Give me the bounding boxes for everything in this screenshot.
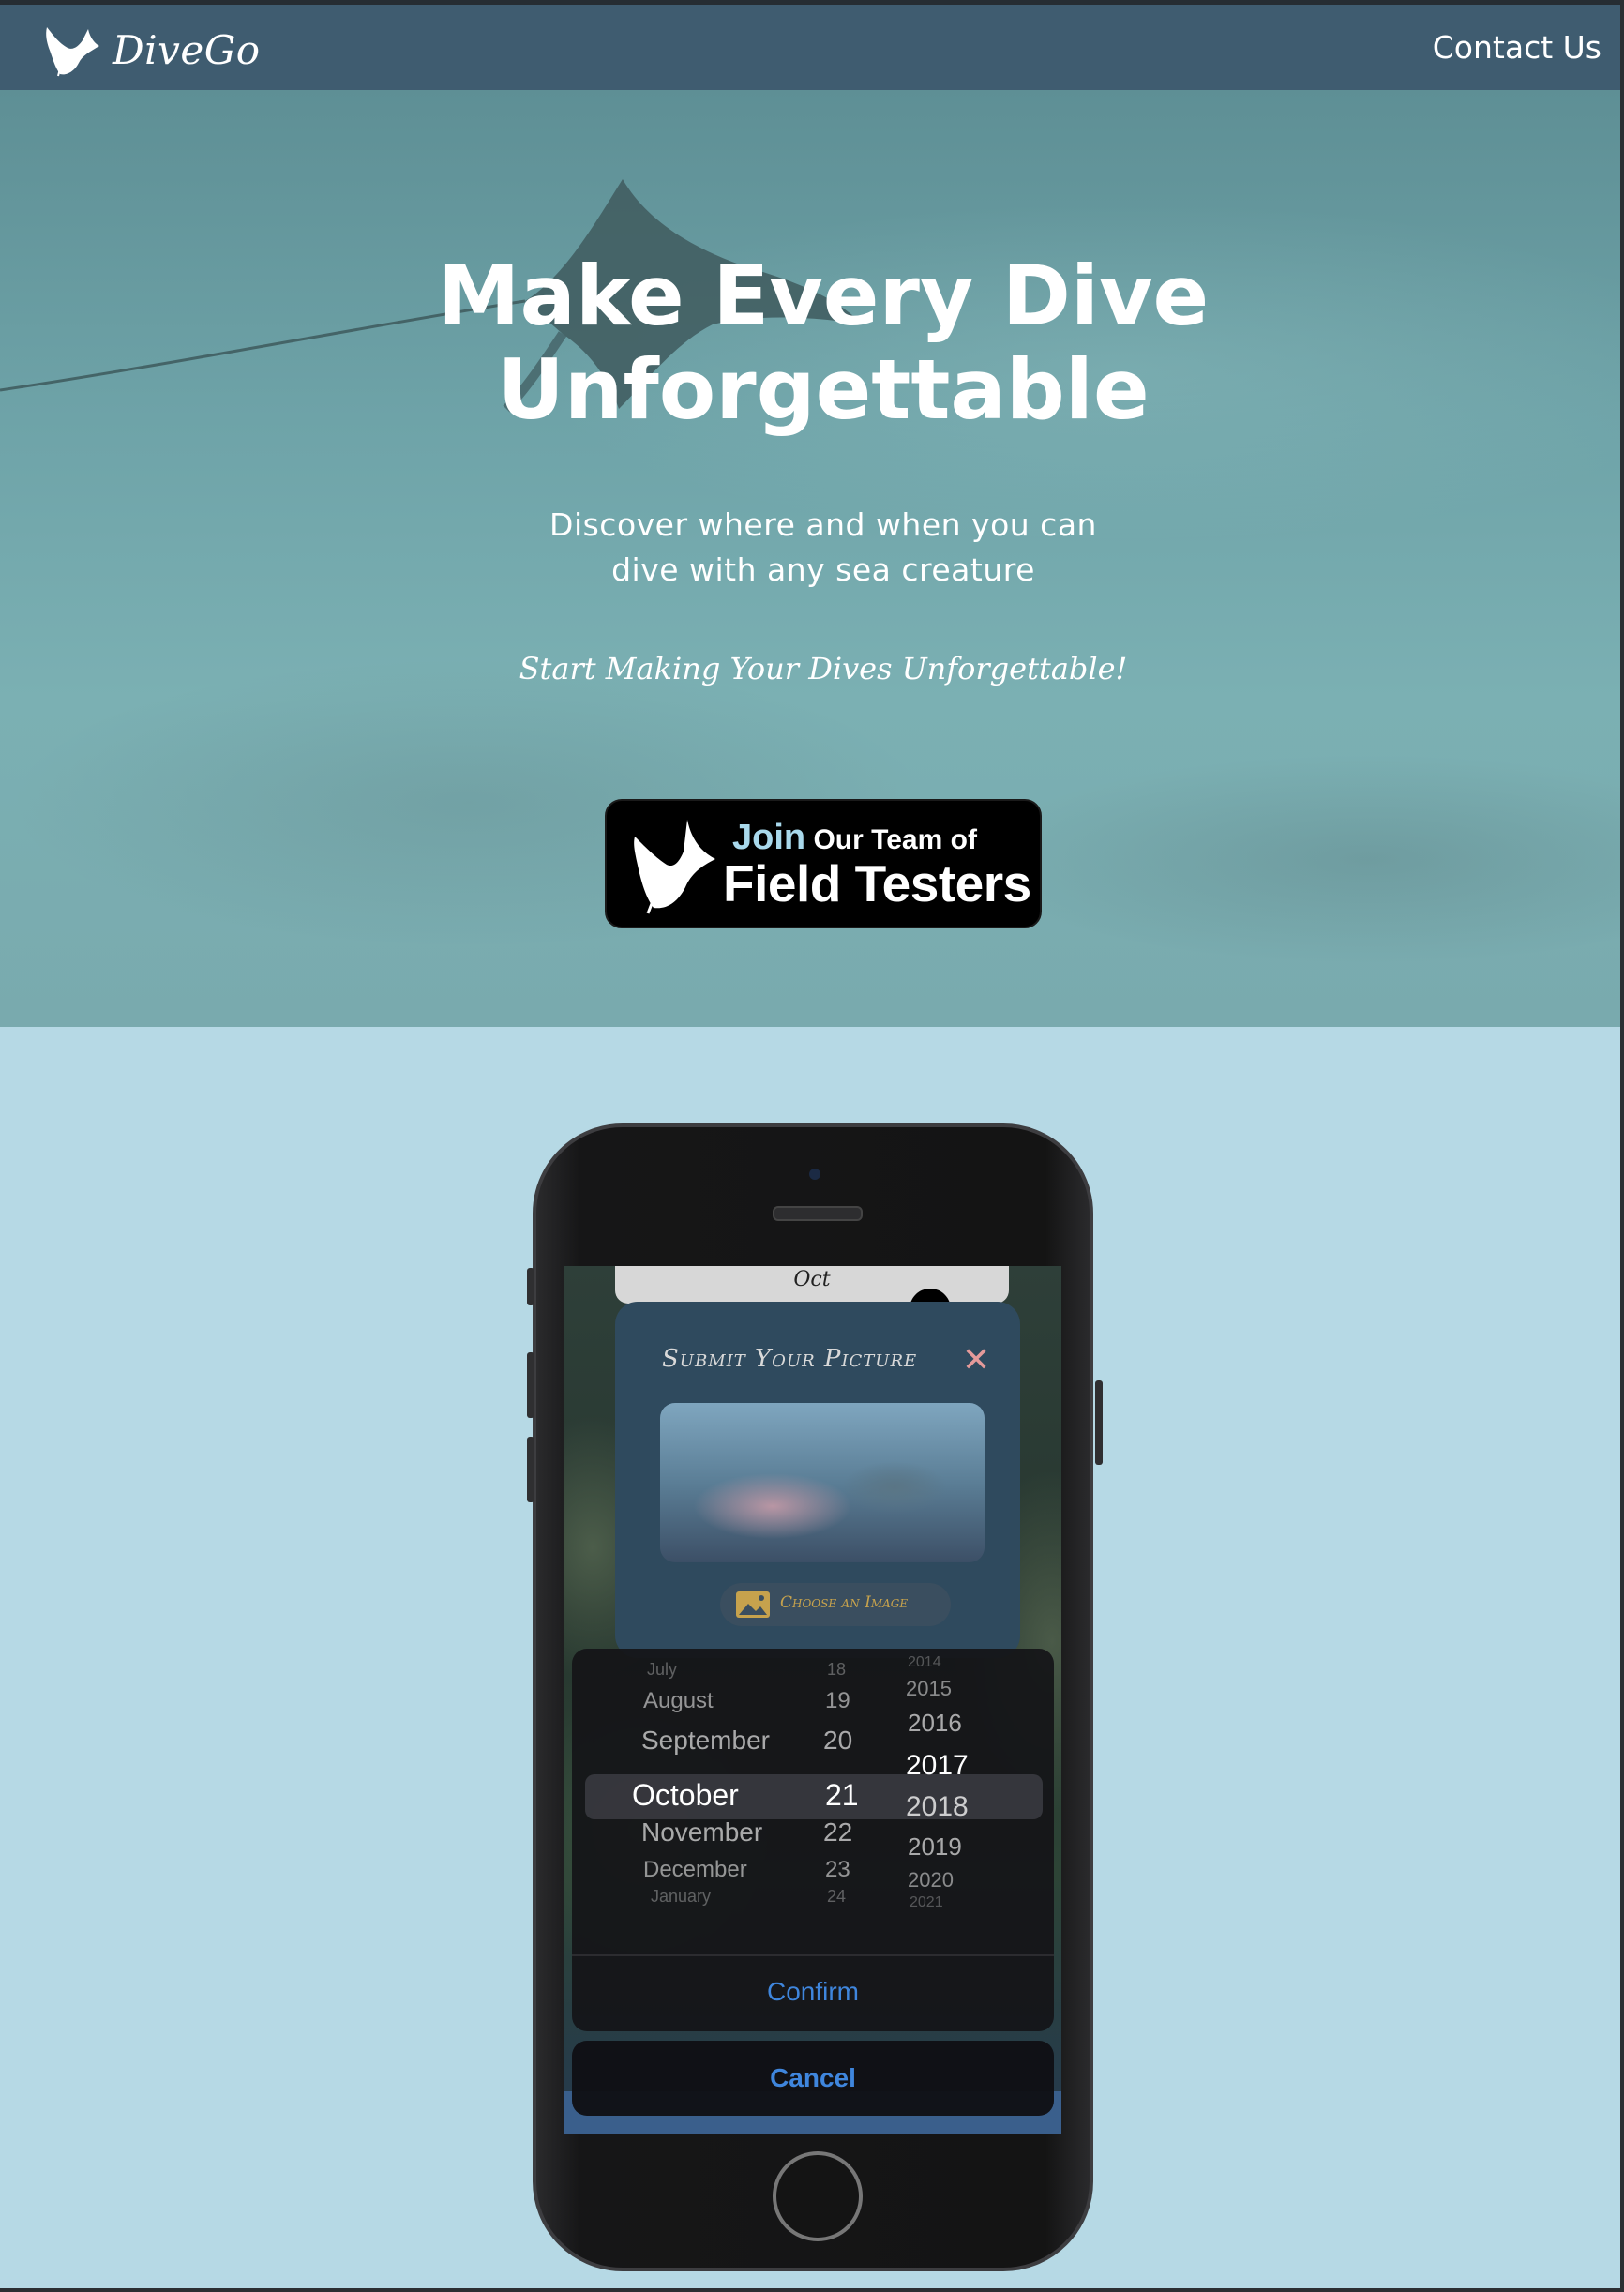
image-icon — [736, 1591, 770, 1618]
picker-day[interactable]: 24 — [827, 1887, 846, 1907]
hero-tagline: Start Making Your Dives Unforgettable! — [519, 651, 1128, 686]
hero-title-line1: Make Every Dive — [437, 248, 1210, 344]
picker-day[interactable]: 22 — [823, 1817, 852, 1847]
picker-month[interactable]: December — [643, 1857, 747, 1883]
cta-line1: Join Our Team of — [732, 818, 977, 858]
top-nav: DiveGo Contact Us — [0, 0, 1624, 90]
cta-join: Join — [732, 818, 806, 857]
window-edge — [0, 2288, 1624, 2292]
cta-rest: Our Team of — [813, 824, 977, 855]
close-icon[interactable]: ✕ — [962, 1341, 990, 1380]
hero-subtitle-line2: dive with any sea creature — [611, 551, 1035, 588]
hero-title-line2: Unforgettable — [497, 341, 1150, 438]
picker-day[interactable]: 23 — [825, 1857, 850, 1883]
join-field-testers-button[interactable]: Join Our Team of Field Testers — [605, 799, 1042, 928]
phone-screen: Oct Submit Your Picture ✕ Choose an Imag… — [564, 1266, 1061, 2134]
picker-year-selected[interactable]: 2017 — [906, 1750, 969, 1782]
window-edge — [1620, 0, 1624, 2292]
picker-month[interactable]: August — [643, 1688, 714, 1714]
brand-logo[interactable]: DiveGo — [41, 10, 261, 89]
picker-year[interactable]: 2015 — [906, 1677, 952, 1701]
phone-side-button — [527, 1352, 534, 1418]
picker-year[interactable]: 2016 — [908, 1709, 962, 1738]
home-button — [773, 2151, 863, 2241]
picker-month[interactable]: July — [647, 1660, 677, 1680]
contact-us-link[interactable]: Contact Us — [1433, 29, 1601, 66]
modal-title: Submit Your Picture — [662, 1345, 918, 1373]
date-picker[interactable]: July August September October November D… — [572, 1649, 1054, 2031]
hero-title: Make Every Dive Unforgettable — [0, 249, 1620, 437]
month-strip: Oct — [615, 1266, 1009, 1304]
picker-year[interactable]: 2020 — [908, 1868, 954, 1892]
picture-preview — [660, 1403, 985, 1562]
brand-name: DiveGo — [113, 26, 261, 73]
manta-ray-icon — [634, 820, 715, 914]
submit-picture-modal: Submit Your Picture ✕ Choose an Image — [615, 1302, 1020, 1658]
picker-month-selected[interactable]: October — [632, 1778, 739, 1813]
picker-day-selected[interactable]: 21 — [825, 1778, 859, 1813]
picker-year[interactable]: 2021 — [910, 1894, 943, 1911]
picker-day[interactable]: 19 — [825, 1688, 850, 1714]
picker-month[interactable]: September — [641, 1726, 770, 1756]
choose-image-button[interactable]: Choose an Image — [720, 1583, 951, 1626]
manta-ray-icon — [46, 27, 99, 77]
phone-side-button — [527, 1437, 534, 1502]
picker-year[interactable]: 2014 — [908, 1654, 941, 1671]
picker-year[interactable]: 2019 — [908, 1832, 962, 1862]
speaker-grille — [773, 1206, 863, 1221]
phone-side-button — [1095, 1380, 1103, 1465]
cta-line2: Field Testers — [723, 854, 1031, 912]
phone-mockup: Oct Submit Your Picture ✕ Choose an Imag… — [527, 1123, 1103, 2271]
picker-month[interactable]: November — [641, 1817, 762, 1847]
picker-day[interactable]: 18 — [827, 1660, 846, 1680]
picker-divider — [572, 1954, 1054, 1956]
confirm-button[interactable]: Confirm — [572, 1958, 1054, 2031]
cancel-button[interactable]: Cancel — [572, 2041, 1054, 2116]
hero-section: Make Every Dive Unforgettable Discover w… — [0, 90, 1620, 1027]
phone-side-button — [527, 1268, 534, 1305]
picker-day[interactable]: 20 — [823, 1726, 852, 1756]
hero-subtitle-line1: Discover where and when you can — [549, 506, 1097, 543]
hero-subtitle: Discover where and when you can dive wit… — [0, 503, 1620, 593]
picker-year[interactable]: 2018 — [906, 1791, 969, 1823]
camera-icon — [809, 1169, 820, 1180]
choose-image-label: Choose an Image — [780, 1593, 909, 1612]
month-strip-label: Oct — [793, 1268, 831, 1291]
picker-month[interactable]: January — [651, 1887, 711, 1907]
